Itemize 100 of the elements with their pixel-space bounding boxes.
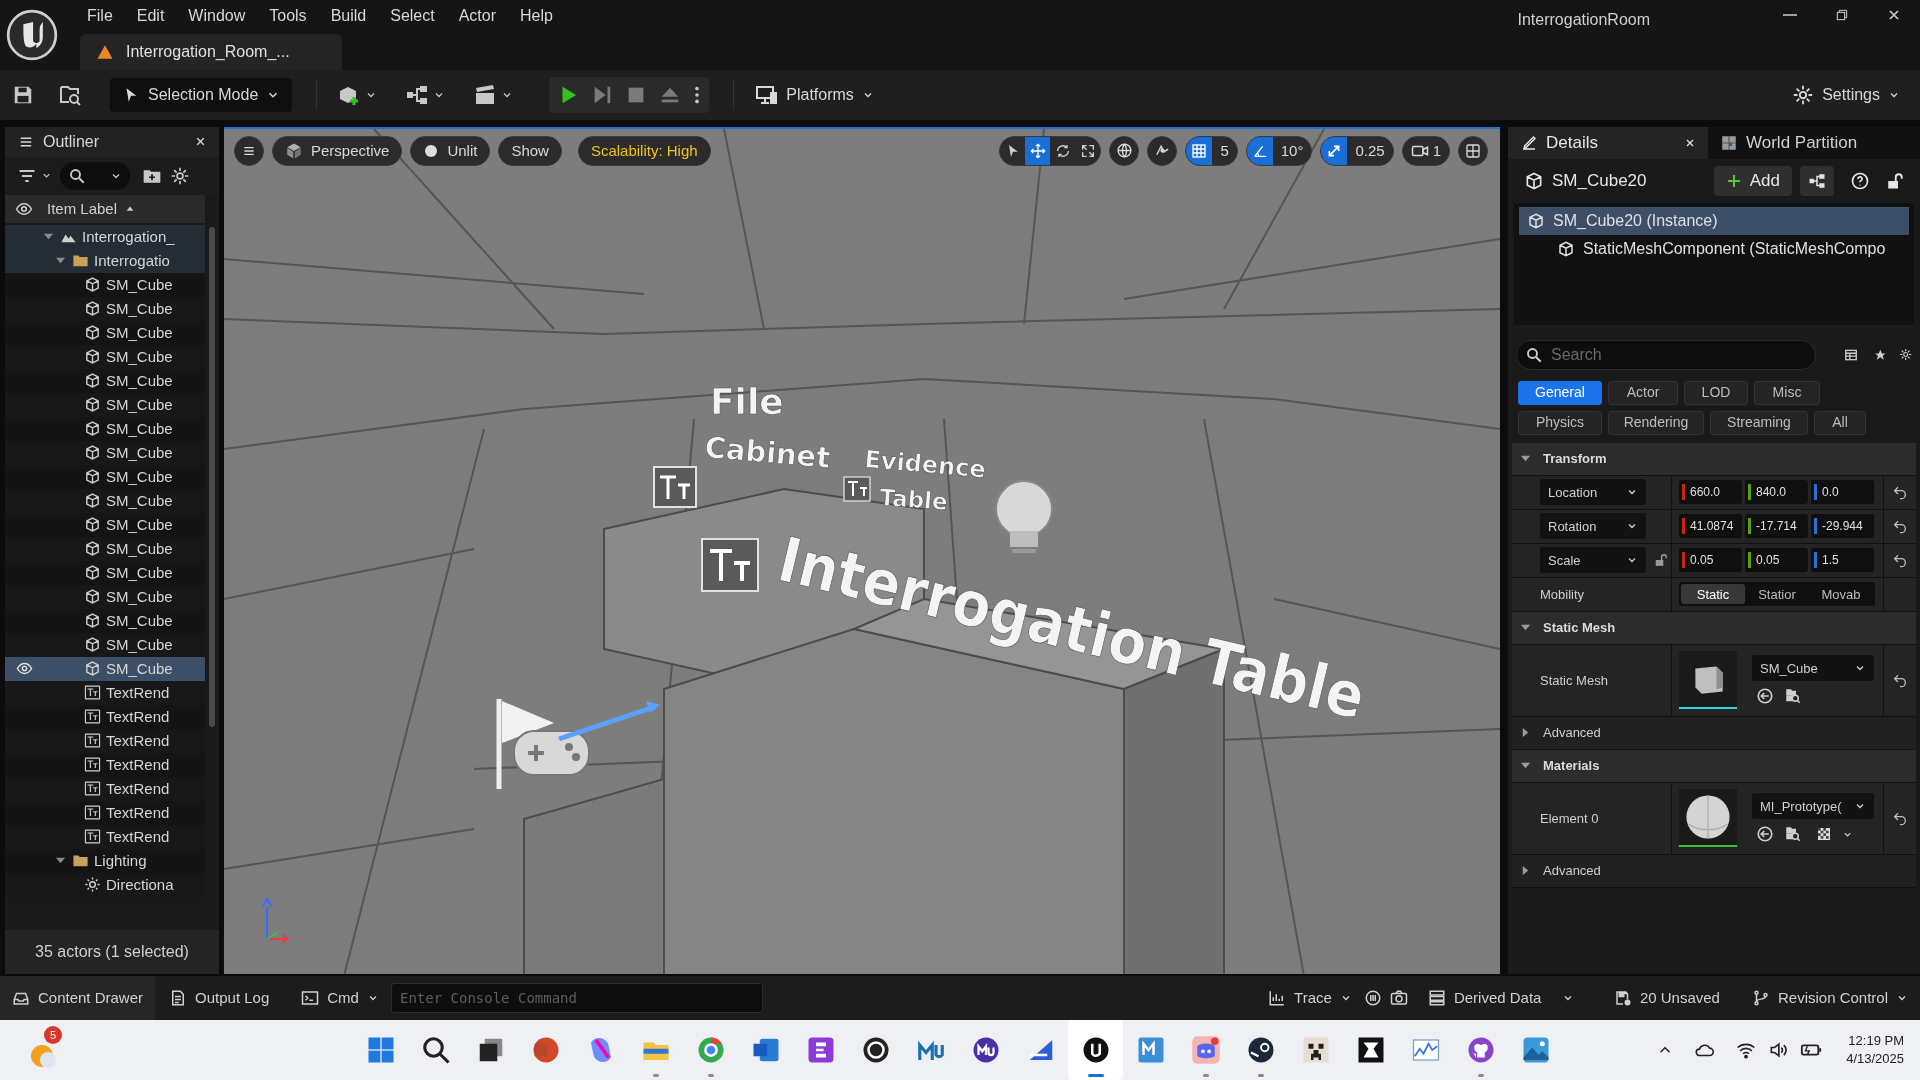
- outliner-row[interactable]: TextRend: [5, 704, 205, 729]
- number-field[interactable]: 660.0: [1679, 480, 1742, 505]
- number-field[interactable]: 0.05: [1745, 548, 1808, 573]
- outliner-row[interactable]: SM_Cube: [5, 464, 205, 489]
- weather-widget[interactable]: 5: [26, 1026, 70, 1073]
- section-header[interactable]: Static Mesh: [1512, 611, 1916, 645]
- outliner-row[interactable]: SM_Cube: [5, 416, 205, 441]
- menu-item[interactable]: Edit: [125, 2, 176, 30]
- section-header[interactable]: Transform: [1512, 442, 1916, 476]
- material-thumbnail[interactable]: [1679, 789, 1737, 848]
- scale-snap-value[interactable]: 0.25: [1347, 139, 1393, 163]
- filter-chip[interactable]: Streaming: [1710, 410, 1808, 435]
- selection-mode-dropdown[interactable]: Selection Mode: [110, 77, 293, 112]
- checkerboard-icon[interactable]: [1816, 826, 1832, 843]
- camera-icon[interactable]: [1389, 989, 1408, 1008]
- reset-arrow-icon[interactable]: [1892, 484, 1908, 501]
- outliner-row[interactable]: TextRend: [5, 800, 205, 825]
- outliner-row[interactable]: SM_Cube: [5, 320, 205, 345]
- transform-mode-dropdown[interactable]: Rotation: [1540, 513, 1646, 540]
- filter-chip[interactable]: All: [1814, 410, 1866, 435]
- revision-control-dropdown[interactable]: Revision Control: [1739, 976, 1920, 1021]
- asset-dropdown[interactable]: MI_Prototype(: [1752, 793, 1874, 820]
- world-space-button[interactable]: [1109, 135, 1140, 166]
- document-tab[interactable]: Interrogation_Room_...: [80, 34, 342, 70]
- mobility-option[interactable]: Movab: [1809, 584, 1873, 605]
- content-drawer-button[interactable]: Content Drawer: [0, 976, 156, 1021]
- platforms-menu[interactable]: Platforms: [754, 82, 874, 107]
- menu-item[interactable]: File: [76, 2, 124, 30]
- layout-button[interactable]: [1458, 135, 1488, 166]
- outliner-row[interactable]: TextRend: [5, 752, 205, 777]
- mesh-thumbnail[interactable]: [1679, 651, 1737, 710]
- reset-arrow-icon[interactable]: [1892, 810, 1908, 827]
- number-field[interactable]: 0.0: [1811, 480, 1874, 505]
- settings-icon[interactable]: [170, 165, 190, 186]
- folder-search-icon[interactable]: [1784, 825, 1802, 844]
- left-arrow-circle-icon[interactable]: [1756, 825, 1774, 844]
- show-button[interactable]: Show: [498, 135, 562, 166]
- angle-snap-toggle[interactable]: [1246, 136, 1273, 165]
- grid-snap-value[interactable]: 5: [1212, 139, 1237, 163]
- outliner-row[interactable]: Interrogation_: [5, 224, 205, 249]
- mobility-option[interactable]: Static: [1681, 584, 1745, 605]
- output-log-button[interactable]: Output Log: [157, 976, 282, 1021]
- lighting-mode-button[interactable]: Unlit: [410, 135, 491, 166]
- menu-item[interactable]: Select: [379, 2, 446, 30]
- folder-search-icon[interactable]: [1784, 687, 1802, 706]
- section-header[interactable]: Materials: [1512, 749, 1916, 783]
- unlocked-padlock-icon[interactable]: [1886, 171, 1904, 190]
- scale-snap-toggle[interactable]: [1321, 136, 1348, 165]
- outliner-row[interactable]: SM_Cube: [5, 560, 205, 585]
- console-field[interactable]: Enter Console Command: [390, 983, 763, 1014]
- mobility-option[interactable]: Statior: [1745, 584, 1809, 605]
- transform-mode-dropdown[interactable]: Scale: [1540, 547, 1646, 574]
- help-icon[interactable]: [1850, 170, 1870, 191]
- outliner-row[interactable]: Lighting: [5, 848, 205, 873]
- scrollbar-thumb[interactable]: [209, 226, 215, 727]
- filter-chip[interactable]: General: [1518, 380, 1602, 405]
- blueprint-button[interactable]: [1800, 165, 1834, 196]
- settings-menu[interactable]: Settings: [1792, 82, 1900, 107]
- component-row[interactable]: SM_Cube20 (Instance): [1519, 206, 1909, 235]
- number-field[interactable]: -17.714: [1745, 514, 1808, 539]
- filter-chip[interactable]: Actor: [1608, 380, 1678, 405]
- reset-arrow-icon[interactable]: [1892, 518, 1908, 535]
- camera-speed-button[interactable]: 1: [1401, 135, 1450, 166]
- add-component-button[interactable]: Add: [1713, 165, 1792, 196]
- filter-chip[interactable]: Physics: [1518, 410, 1602, 435]
- trace-dropdown[interactable]: Trace: [1256, 976, 1364, 1021]
- number-field[interactable]: 41.0874: [1679, 514, 1742, 539]
- outliner-row[interactable]: SM_Cube: [5, 608, 205, 633]
- scalability-button[interactable]: Scalability: High: [577, 135, 711, 166]
- viewport-menu-button[interactable]: [234, 135, 264, 166]
- panel-tab[interactable]: World Partition: [1708, 126, 1870, 159]
- menu-item[interactable]: Build: [319, 2, 378, 30]
- grid-snap-toggle[interactable]: [1186, 136, 1213, 165]
- number-field[interactable]: 0.05: [1679, 548, 1742, 573]
- outliner-row[interactable]: Interrogatio: [5, 248, 205, 273]
- menu-item[interactable]: Window: [177, 2, 257, 30]
- reset-arrow-icon[interactable]: [1892, 552, 1908, 569]
- menu-item[interactable]: Actor: [447, 2, 507, 30]
- filter-chip[interactable]: Misc: [1754, 380, 1820, 405]
- left-arrow-circle-icon[interactable]: [1756, 687, 1774, 706]
- surface-snap-button[interactable]: [1147, 135, 1178, 166]
- clock[interactable]: 12:19 PM 4/13/2025: [1846, 1032, 1904, 1069]
- component-row[interactable]: StaticMeshComponent (StaticMeshCompo: [1519, 234, 1909, 263]
- view-mode-button[interactable]: Perspective: [272, 135, 403, 166]
- outliner-row[interactable]: SM_Cube: [5, 656, 205, 681]
- outliner-row[interactable]: SM_Cube: [5, 272, 205, 297]
- asset-dropdown[interactable]: SM_Cube: [1752, 655, 1874, 682]
- outliner-row[interactable]: SM_Cube: [5, 368, 205, 393]
- section-header[interactable]: Advanced: [1512, 716, 1916, 750]
- number-field[interactable]: -29.944: [1811, 514, 1874, 539]
- reset-arrow-icon[interactable]: [1892, 672, 1908, 689]
- angle-snap-value[interactable]: 10°: [1272, 139, 1312, 163]
- search-field[interactable]: Search: [1516, 339, 1816, 370]
- number-field[interactable]: 840.0: [1745, 480, 1808, 505]
- move-tool-button[interactable]: [1025, 136, 1051, 165]
- number-field[interactable]: 1.5: [1811, 548, 1874, 573]
- filter-chip[interactable]: LOD: [1684, 380, 1748, 405]
- menu-item[interactable]: Tools: [258, 2, 318, 30]
- taskbar-app[interactable]: [1068, 1020, 1123, 1080]
- outliner-row[interactable]: SM_Cube: [5, 512, 205, 537]
